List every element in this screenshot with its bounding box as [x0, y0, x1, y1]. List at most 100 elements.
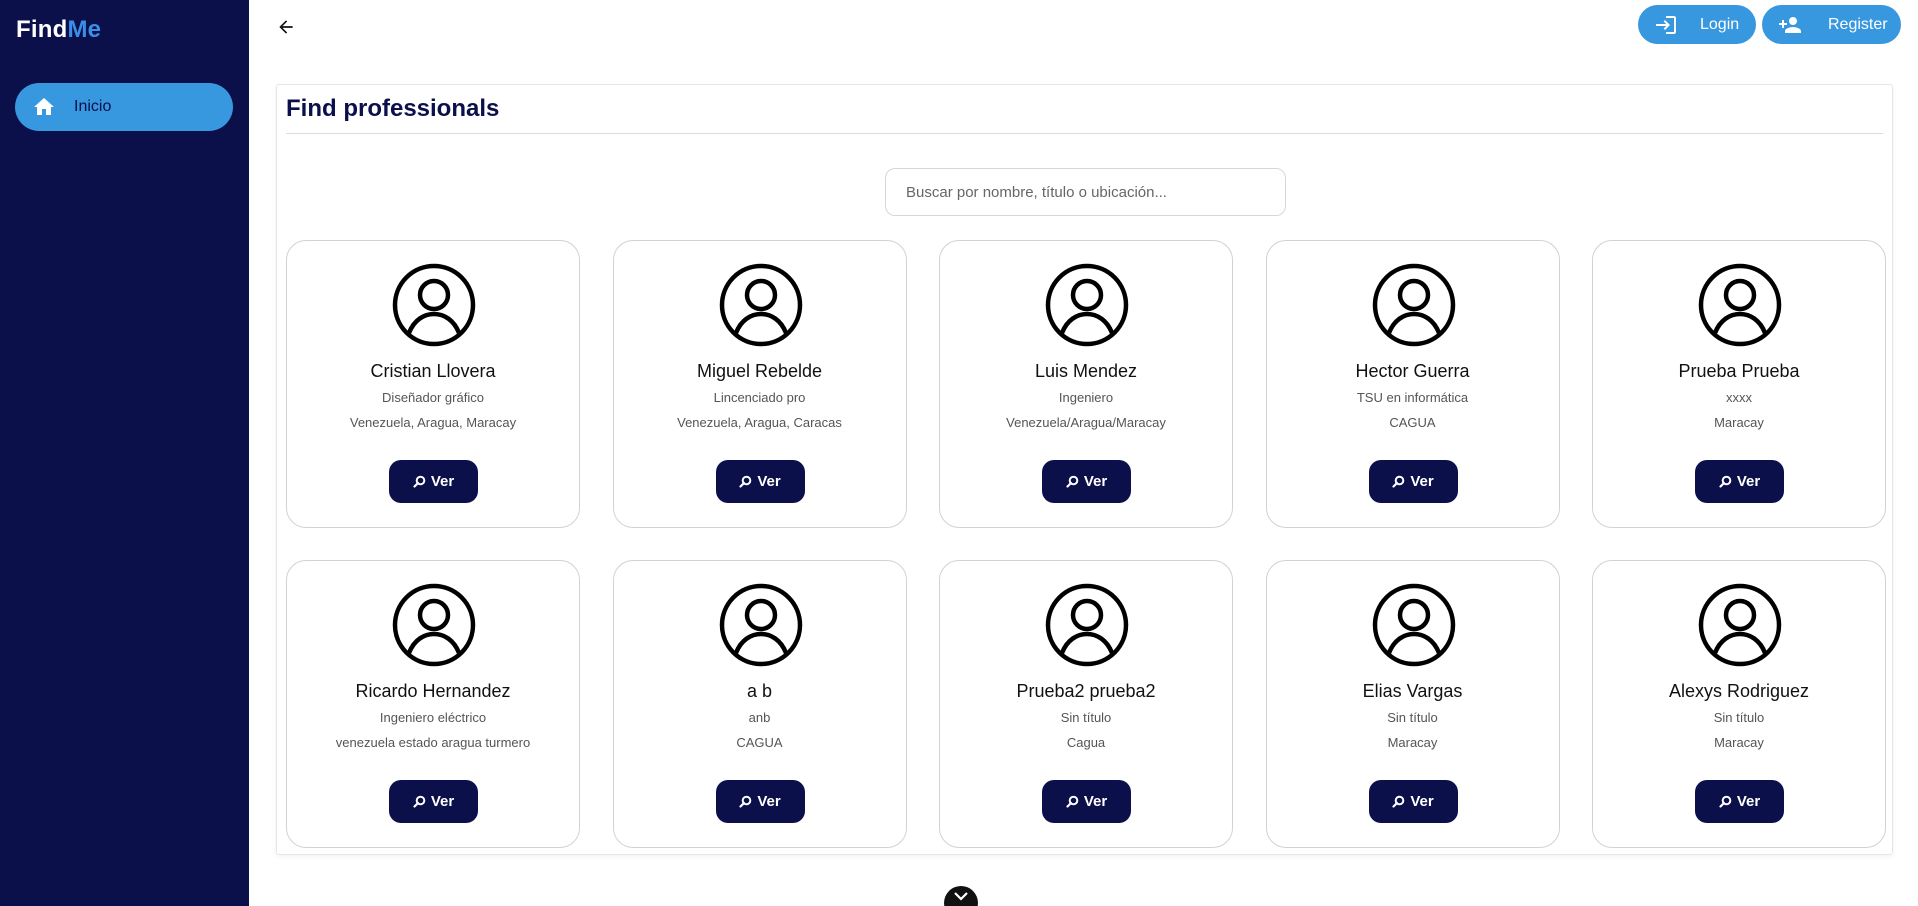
view-button-label: Ver — [1410, 473, 1434, 490]
search-icon — [1392, 475, 1405, 488]
view-button-label: Ver — [1736, 473, 1761, 490]
view-button-label: Ver — [430, 473, 455, 490]
professional-name: Ricardo Hernandez — [355, 681, 511, 701]
professional-card: Cristian Llovera Diseñador gráfico Venez… — [286, 240, 580, 528]
user-avatar-icon — [392, 583, 476, 667]
view-button-label: Ver — [1083, 793, 1108, 810]
sidebar-item-inicio[interactable]: Inicio — [15, 83, 233, 131]
professional-name: Luis Mendez — [1034, 361, 1138, 381]
professional-location: Cagua — [1066, 735, 1106, 750]
professional-card: Prueba Prueba xxxx Maracay Ver — [1592, 240, 1886, 528]
view-profile-button[interactable]: Ver — [389, 780, 478, 823]
user-avatar-icon — [1698, 263, 1782, 347]
professional-location: CAGUA — [1389, 415, 1436, 430]
view-button-label: Ver — [1410, 793, 1434, 810]
view-profile-button[interactable]: Ver — [1695, 460, 1784, 503]
professional-card: Alexys Rodriguez Sin título Maracay Ver — [1592, 560, 1886, 848]
login-button[interactable]: Login — [1638, 5, 1756, 44]
professional-name: Alexys Rodriguez — [1668, 681, 1810, 701]
professional-title: TSU en informática — [1356, 390, 1469, 405]
title-divider — [286, 133, 1883, 134]
professionals-panel: Find professionals Cristian Llovera Dise… — [276, 84, 1893, 855]
view-profile-button[interactable]: Ver — [715, 780, 805, 823]
professional-name: Prueba2 prueba2 — [1016, 681, 1156, 701]
search-icon — [739, 475, 752, 488]
professional-location: Venezuela, Aragua, Caracas — [677, 415, 842, 430]
app-logo[interactable]: FindMe — [16, 16, 101, 44]
user-avatar-icon — [392, 263, 476, 347]
sidebar: FindMe Inicio — [0, 0, 249, 906]
user-avatar-icon — [719, 263, 803, 347]
search-icon — [1719, 475, 1732, 488]
user-avatar-icon — [1045, 583, 1129, 667]
view-profile-button[interactable]: Ver — [715, 460, 805, 503]
view-profile-button[interactable]: Ver — [1695, 780, 1784, 823]
view-profile-button[interactable]: Ver — [1368, 460, 1458, 503]
search-icon — [1719, 795, 1732, 808]
search-icon — [1392, 795, 1405, 808]
professional-title: anb — [748, 710, 771, 725]
professional-card: Ricardo Hernandez Ingeniero eléctrico ve… — [286, 560, 580, 848]
professional-title: Ingeniero eléctrico — [379, 710, 487, 725]
professional-title: Sin título — [1387, 710, 1438, 725]
view-profile-button[interactable]: Ver — [1042, 780, 1131, 823]
register-label: Register — [1828, 15, 1888, 33]
logo-main: Find — [16, 16, 68, 43]
logo-accent: Me — [67, 16, 102, 43]
view-button-label: Ver — [1083, 473, 1108, 490]
view-profile-button[interactable]: Ver — [389, 460, 478, 503]
search-icon — [1066, 795, 1079, 808]
search-icon — [413, 475, 426, 488]
professional-location: Maracay — [1714, 735, 1764, 750]
user-avatar-icon — [1698, 583, 1782, 667]
user-avatar-icon — [1045, 263, 1129, 347]
professional-title: Sin título — [1060, 710, 1112, 725]
professional-card: Miguel Rebelde Lincenciado pro Venezuela… — [612, 240, 907, 528]
view-button-label: Ver — [1736, 793, 1761, 810]
professional-name: Cristian Llovera — [370, 361, 496, 381]
sidebar-item-label: Inicio — [74, 98, 112, 115]
search-icon — [739, 795, 752, 808]
professional-location: CAGUA — [736, 735, 783, 750]
user-avatar-icon — [1372, 263, 1456, 347]
search-input[interactable] — [885, 168, 1286, 216]
professional-name: a b — [746, 681, 773, 701]
devtools-toggle-button[interactable] — [944, 886, 978, 906]
view-button-label: Ver — [757, 793, 781, 810]
search-icon — [413, 795, 426, 808]
professional-location: Venezuela, Aragua, Maracay — [349, 415, 517, 430]
professional-location: Maracay — [1387, 735, 1438, 750]
search-icon — [1066, 475, 1079, 488]
view-button-label: Ver — [430, 793, 455, 810]
professional-card: Prueba2 prueba2 Sin título Cagua Ver — [939, 560, 1233, 848]
register-button[interactable]: Register — [1762, 5, 1901, 44]
professional-title: Sin título — [1713, 710, 1765, 725]
app-root: FindMe Inicio Login Register Find profes… — [0, 0, 1918, 906]
view-profile-button[interactable]: Ver — [1368, 780, 1458, 823]
professional-location: Venezuela/Aragua/Maracay — [1006, 415, 1166, 430]
page-title: Find professionals — [286, 95, 500, 122]
user-avatar-icon — [1372, 583, 1456, 667]
professional-card: Luis Mendez Ingeniero Venezuela/Aragua/M… — [939, 240, 1233, 528]
view-profile-button[interactable]: Ver — [1042, 460, 1131, 503]
professional-location: venezuela estado aragua turmero — [335, 735, 531, 750]
arrow-left-icon — [276, 17, 296, 37]
professional-name: Prueba Prueba — [1678, 361, 1800, 381]
professionals-grid: Cristian Llovera Diseñador gráfico Venez… — [286, 240, 1886, 848]
professional-card: Hector Guerra TSU en informática CAGUA V… — [1265, 240, 1560, 528]
chevron-down-icon — [953, 892, 969, 902]
user-avatar-icon — [719, 583, 803, 667]
login-icon — [1654, 13, 1678, 37]
professional-name: Hector Guerra — [1355, 361, 1470, 381]
professional-name: Elias Vargas — [1362, 681, 1463, 701]
professional-card: Elias Vargas Sin título Maracay Ver — [1265, 560, 1560, 848]
professional-title: Lincenciado pro — [713, 390, 806, 405]
professional-title: Diseñador gráfico — [382, 390, 484, 405]
professional-name: Miguel Rebelde — [696, 361, 823, 381]
professional-location: Maracay — [1714, 415, 1764, 430]
view-button-label: Ver — [757, 473, 781, 490]
professional-title: xxxx — [1726, 390, 1752, 405]
professional-title: Ingeniero — [1058, 390, 1114, 405]
back-button[interactable] — [274, 15, 298, 39]
login-label: Login — [1700, 15, 1740, 33]
